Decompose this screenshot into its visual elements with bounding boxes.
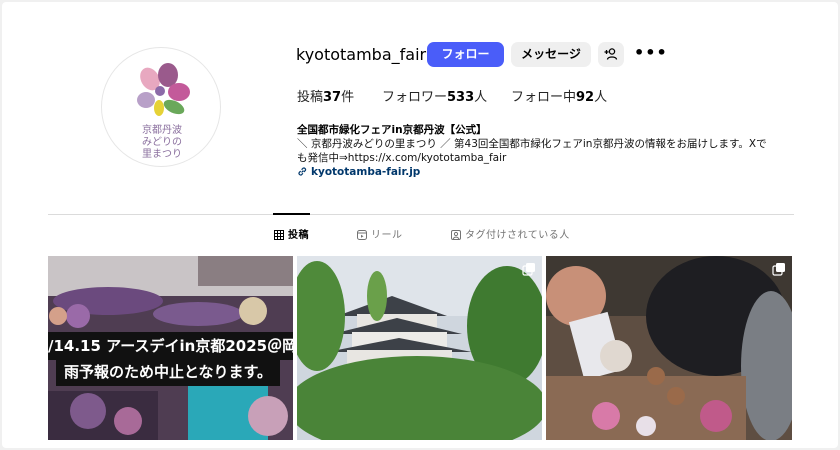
add-person-icon [604,48,618,60]
multiple-images-icon [772,263,785,276]
more-options-icon[interactable]: ••• [634,45,667,65]
profile-page: 京都丹波 みどりの 里まつり kyototamba_fair フォロー メッセー… [2,2,838,448]
link-icon [298,167,307,176]
tab-reels[interactable]: リール [357,229,403,243]
bio-website-link[interactable]: kyototamba-fair.jp [297,165,420,179]
post-tile-2[interactable] [297,256,542,440]
follow-button[interactable]: フォロー [427,42,504,67]
grid-icon [274,230,284,240]
castle-photo [297,256,542,440]
bio-text-line: ＼ 京都丹波みどりの里まつり ／ 第43回全国都市緑化フェアin京都丹波の情報を… [297,138,767,150]
post-caption-overlay: 雨予報のため中止となります。 [56,358,281,386]
profile-avatar[interactable]: 京都丹波 みどりの 里まつり [101,47,221,167]
username: kyototamba_fair [296,45,427,64]
multiple-images-icon [522,263,535,276]
posts-count: 投稿37件 [297,90,355,105]
active-tab-indicator [273,213,310,215]
avatar-logo-text: 京都丹波 みどりの 里まつり [142,125,182,160]
tagged-icon [451,230,461,240]
workshop-photo [546,256,792,440]
bio-name: 全国都市緑化フェアin京都丹波【公式】 [297,124,487,136]
post-tile-1[interactable]: /14.15 アースデイin京都2025＠岡崎公園 雨予報のため中止となります。 [48,256,293,440]
reels-icon [357,230,367,240]
tab-posts[interactable]: 投稿 [274,229,309,243]
post-caption-overlay: /14.15 アースデイin京都2025＠岡崎公園 [48,332,293,360]
tab-tagged[interactable]: タグ付けされている人 [451,229,570,243]
suggest-user-button[interactable] [598,42,624,67]
followers-count[interactable]: フォロワー533人 [382,89,487,107]
tabs-divider [48,214,794,215]
message-button[interactable]: メッセージ [511,42,591,67]
bio-text-line: も発信中⇒https://x.com/kyototamba_fair [297,152,507,164]
following-count[interactable]: フォロー中92人 [511,89,607,107]
post-tile-3[interactable] [546,256,792,440]
